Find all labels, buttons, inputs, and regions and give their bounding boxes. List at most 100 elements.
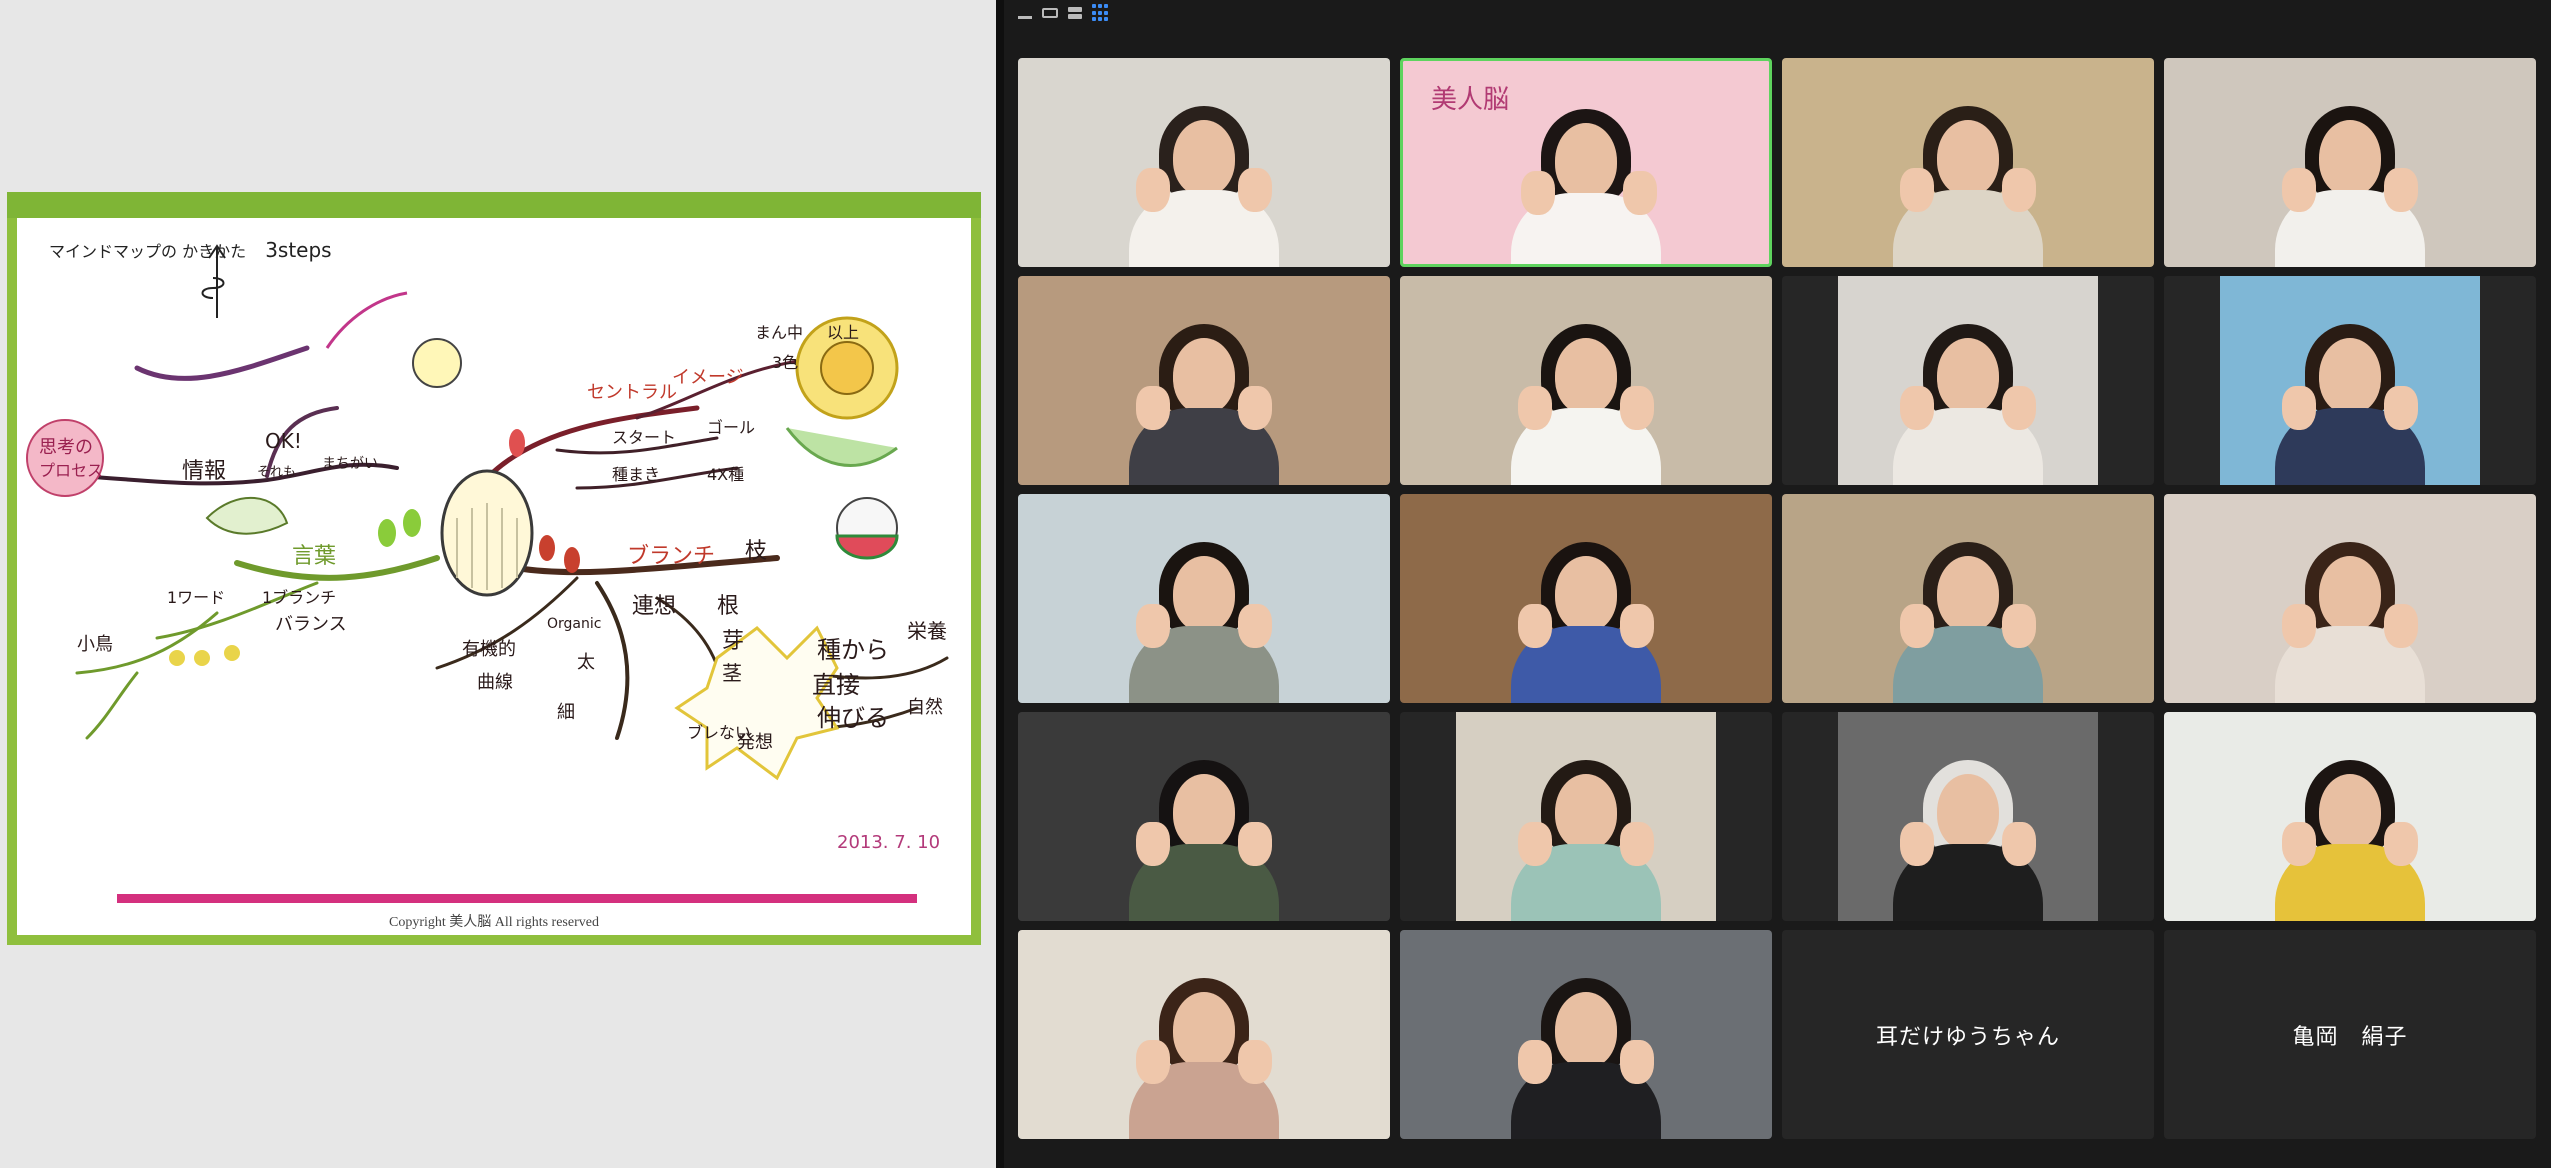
- waving-hand: [1900, 604, 1934, 648]
- mindmap-label: 連想: [632, 594, 676, 619]
- speaker-view-icon[interactable]: [1042, 8, 1058, 18]
- mindmap-label: セントラル: [587, 382, 677, 403]
- waving-hand: [1238, 822, 1272, 866]
- mindmap-label: 以上: [827, 323, 859, 342]
- waving-hand: [1136, 604, 1170, 648]
- participant-face: [1173, 556, 1235, 632]
- waving-hand: [1900, 386, 1934, 430]
- mindmap-label: 枝: [745, 539, 767, 564]
- gallery-view-icon[interactable]: [1092, 4, 1110, 22]
- mindmap-label: 1ワード: [167, 588, 225, 607]
- mindmap-label: 種から: [817, 636, 889, 664]
- mindmap-label: 細: [557, 702, 575, 723]
- participant-face: [1173, 774, 1235, 850]
- mindmap-label: 曲線: [477, 672, 513, 693]
- mindmap-label: 栄養: [907, 619, 947, 643]
- mindmap-label: スタート: [612, 428, 676, 447]
- waving-hand: [1136, 1040, 1170, 1084]
- waving-hand: [1900, 822, 1934, 866]
- mindmap-label: イメージ: [672, 367, 744, 388]
- mindmap-label: ブランチ: [627, 544, 715, 569]
- participant-tile[interactable]: [1782, 276, 2154, 485]
- participant-tile[interactable]: [2164, 494, 2536, 703]
- mindmap-label: 芽: [722, 629, 744, 654]
- mindmap-label: 2013. 7. 10: [837, 832, 940, 853]
- participant-tile[interactable]: [2164, 276, 2536, 485]
- participant-name: 耳だけゆうちゃん: [1875, 1023, 2060, 1049]
- waving-hand: [1620, 604, 1654, 648]
- mindmap-label: 太: [577, 652, 595, 673]
- waving-hand: [1238, 168, 1272, 212]
- mindmap-label: まん中: [755, 323, 803, 342]
- waving-hand: [1136, 822, 1170, 866]
- participant-tile[interactable]: [1782, 58, 2154, 267]
- participant-tile[interactable]: [2164, 712, 2536, 921]
- panel-divider[interactable]: [996, 0, 1004, 1168]
- mindmap-label: OK!: [265, 429, 302, 453]
- mindmap-label: 根: [717, 594, 739, 619]
- waving-hand: [2384, 168, 2418, 212]
- participant-face: [2319, 774, 2381, 850]
- participant-face: [1937, 774, 1999, 850]
- participant-face: [1173, 992, 1235, 1068]
- participant-face: [1555, 774, 1617, 850]
- mindmap-label: 3色: [772, 353, 798, 372]
- participant-tile[interactable]: [2164, 58, 2536, 267]
- participant-face: [1555, 123, 1617, 199]
- participant-tile[interactable]: 耳だけゆうちゃん: [1782, 930, 2154, 1139]
- participant-tile[interactable]: [1400, 930, 1772, 1139]
- mindmap-label: 小鳥: [77, 634, 113, 655]
- participant-tile[interactable]: [1782, 494, 2154, 703]
- participant-tile[interactable]: [1400, 276, 1772, 485]
- mindmap-label: 4X種: [707, 465, 744, 484]
- waving-hand: [2384, 604, 2418, 648]
- waving-hand: [1521, 171, 1555, 215]
- participant-face: [1555, 992, 1617, 1068]
- participant-face: [2319, 120, 2381, 196]
- waving-hand: [2384, 386, 2418, 430]
- participant-tile[interactable]: [1018, 58, 1390, 267]
- waving-hand: [1620, 386, 1654, 430]
- participant-tile[interactable]: [1018, 276, 1390, 485]
- participant-tile[interactable]: [1782, 712, 2154, 921]
- minimize-icon[interactable]: [1018, 15, 1032, 19]
- waving-hand: [1238, 1040, 1272, 1084]
- mindmap-label: 自然: [907, 697, 943, 718]
- mindmap-label: 1ブランチ: [262, 588, 336, 607]
- waving-hand: [2282, 822, 2316, 866]
- side-by-side-icon[interactable]: [1068, 7, 1082, 19]
- mindmap-label: 直接: [812, 671, 860, 699]
- waving-hand: [1518, 604, 1552, 648]
- waving-hand: [1620, 1040, 1654, 1084]
- waving-hand: [1238, 604, 1272, 648]
- participant-grid: 美人脳耳だけゆうちゃん 亀岡 絹子: [1018, 58, 2536, 1139]
- participant-tile[interactable]: [1018, 712, 1390, 921]
- participant-face: [1555, 556, 1617, 632]
- participant-tile[interactable]: [1018, 930, 1390, 1139]
- participant-tile[interactable]: [1400, 494, 1772, 703]
- participant-face: [1937, 120, 1999, 196]
- slide-content: マインドマップの かきかた 3steps 思考の プロセス 情報 それも OK!…: [17, 218, 971, 935]
- participant-tile[interactable]: 美人脳: [1400, 58, 1772, 267]
- virtual-background-logo: 美人脳: [1431, 85, 1510, 115]
- waving-hand: [2282, 604, 2316, 648]
- participant-face: [1555, 338, 1617, 414]
- participant-face: [1173, 338, 1235, 414]
- mindmap-label: 言葉: [292, 544, 336, 569]
- waving-hand: [1136, 168, 1170, 212]
- video-gallery-panel: 美人脳耳だけゆうちゃん 亀岡 絹子: [996, 0, 2551, 1168]
- slide-copyright: Copyright 美人脳 All rights reserved: [389, 915, 599, 930]
- mind-map-drawing: 思考の プロセス 情報 それも OK! まちがい セントラル イメージ スタート…: [26, 244, 949, 853]
- waving-hand: [1518, 386, 1552, 430]
- mindmap-label: 有機的: [462, 639, 516, 660]
- waving-hand: [1620, 822, 1654, 866]
- participant-name: 亀岡 絹子: [2292, 1023, 2408, 1049]
- participant-tile[interactable]: [1018, 494, 1390, 703]
- waving-hand: [2384, 822, 2418, 866]
- mindmap-label: 種まき: [612, 465, 660, 484]
- mindmap-label: プロセス: [39, 461, 103, 480]
- participant-tile[interactable]: 亀岡 絹子: [2164, 930, 2536, 1139]
- waving-hand: [1900, 168, 1934, 212]
- mindmap-label: ゴール: [707, 418, 755, 437]
- participant-tile[interactable]: [1400, 712, 1772, 921]
